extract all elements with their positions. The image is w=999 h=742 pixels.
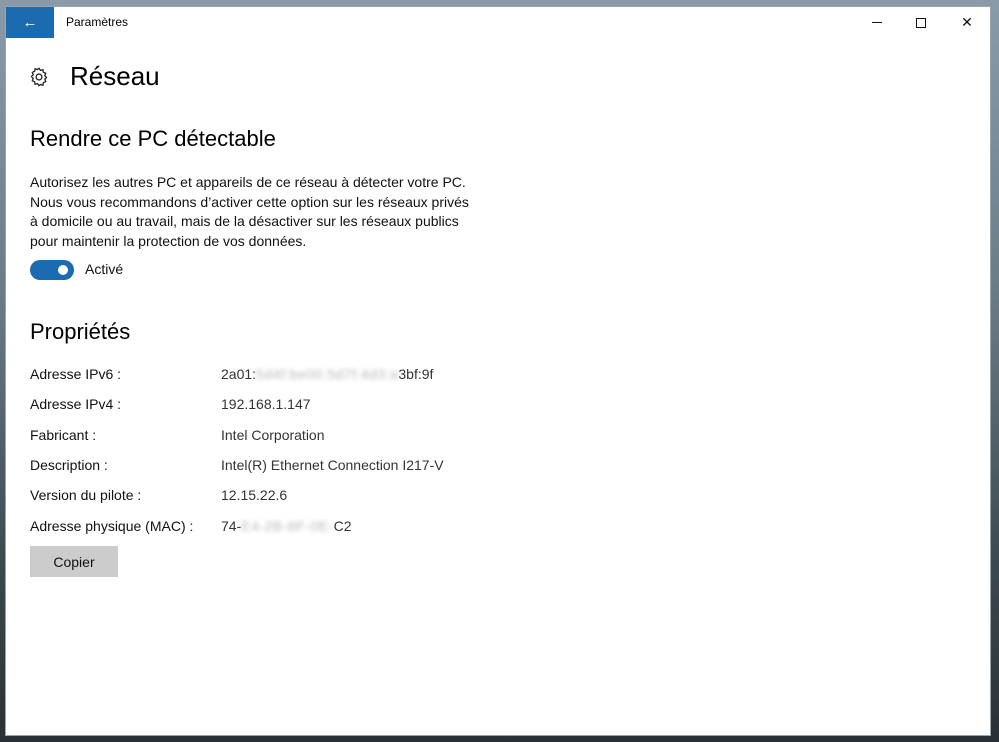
window-title: Paramètres [66,15,129,29]
property-value: Intel Corporation [221,427,325,443]
copy-button[interactable]: Copier [30,546,118,577]
property-label: Adresse physique (MAC) : [30,518,194,534]
property-label: Adresse IPv6 : [30,366,122,382]
close-icon: ✕ [961,14,973,30]
toggle-state-label: Activé [85,261,124,277]
property-row-mac: Adresse physique (MAC) : 74-E4-2B-8F-0E-… [30,518,630,538]
settings-window: ← Paramètres ✕ Réseau Rendre ce PC détec… [6,7,990,735]
close-button[interactable]: ✕ [944,7,990,38]
property-value: 2a01:5d4f:be00:5d7f:4d3:a3bf:9f [221,366,434,382]
page-title: Réseau [70,61,160,91]
maximize-button[interactable] [898,7,944,38]
property-label: Description : [30,457,108,473]
discoverable-toggle[interactable] [30,260,74,280]
gear-icon [30,67,48,87]
redacted-text: 5d4f:be00:5d7f:4d3:a [256,366,399,382]
property-label: Version du pilote : [30,487,142,503]
minimize-button[interactable] [854,7,900,38]
discoverable-heading: Rendre ce PC détectable [30,126,276,151]
discoverable-description: Autorisez les autres PC et appareils de … [30,174,469,249]
toggle-knob [58,265,68,275]
back-button[interactable]: ← [6,7,54,38]
property-row-ipv4: Adresse IPv4 : 192.168.1.147 [30,396,630,416]
property-value: 12.15.22.6 [221,487,288,503]
property-value: 74-E4-2B-8F-0E-C2 [221,518,352,534]
property-label: Fabricant : [30,427,97,443]
title-bar: ← Paramètres ✕ [6,7,990,38]
property-value: 192.168.1.147 [221,396,311,412]
maximize-icon [916,17,926,28]
property-row-driver-version: Version du pilote : 12.15.22.6 [30,487,630,507]
property-row-ipv6: Adresse IPv6 : 2a01:5d4f:be00:5d7f:4d3:a… [30,366,630,386]
redacted-text: E4-2B-8F-0E- [241,518,334,534]
property-row-manufacturer: Fabricant : Intel Corporation [30,427,630,447]
property-label: Adresse IPv4 : [30,396,122,412]
property-row-description: Description : Intel(R) Ethernet Connecti… [30,457,630,477]
property-value: Intel(R) Ethernet Connection I217-V [221,457,444,473]
back-arrow-icon: ← [22,14,38,31]
minimize-icon [872,22,882,23]
properties-heading: Propriétés [30,319,131,344]
